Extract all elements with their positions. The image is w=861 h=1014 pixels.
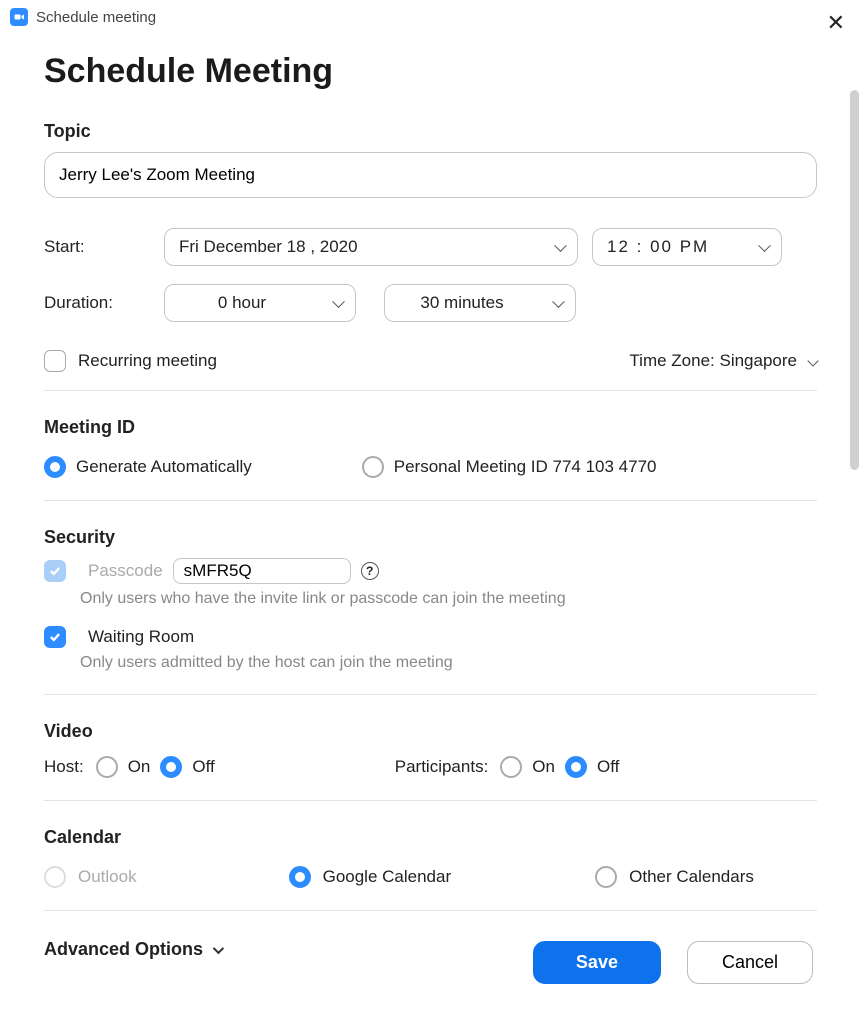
video-host-off-label: Off bbox=[192, 757, 214, 777]
meeting-id-section: Meeting ID Generate Automatically Person… bbox=[44, 391, 817, 500]
waiting-room-label: Waiting Room bbox=[88, 627, 194, 647]
security-heading: Security bbox=[44, 527, 817, 548]
passcode-input[interactable] bbox=[173, 558, 351, 584]
calendar-heading: Calendar bbox=[44, 827, 817, 848]
save-button[interactable]: Save bbox=[533, 941, 661, 984]
calendar-outlook-option[interactable]: Outlook bbox=[44, 866, 137, 888]
chevron-down-icon bbox=[807, 355, 818, 366]
radio-other[interactable] bbox=[595, 866, 617, 888]
video-participants-label: Participants: bbox=[395, 757, 489, 777]
calendar-other-option[interactable]: Other Calendars bbox=[595, 866, 754, 888]
scrollbar-thumb[interactable] bbox=[850, 90, 859, 470]
footer-buttons: Save Cancel bbox=[533, 941, 813, 984]
titlebar: Schedule meeting bbox=[0, 0, 861, 30]
start-time-value: 12 : 00 PM bbox=[607, 237, 709, 257]
video-section: Video Host: On Off Participants: On Off bbox=[44, 695, 817, 800]
timezone-select[interactable]: Time Zone: Singapore bbox=[629, 351, 817, 371]
radio-host-on[interactable] bbox=[96, 756, 118, 778]
radio-participants-on[interactable] bbox=[500, 756, 522, 778]
video-participants-off-label: Off bbox=[597, 757, 619, 777]
security-section: Security Passcode ? Only users who have … bbox=[44, 501, 817, 694]
waiting-room-hint: Only users admitted by the host can join… bbox=[80, 654, 817, 672]
video-host-on-label: On bbox=[128, 757, 151, 777]
content-area: Schedule Meeting Topic Start: Fri Decemb… bbox=[0, 30, 861, 1000]
video-heading: Video bbox=[44, 721, 817, 742]
duration-minutes-value: 30 minutes bbox=[420, 293, 503, 313]
zoom-app-icon bbox=[10, 8, 28, 26]
video-participants-on-label: On bbox=[532, 757, 555, 777]
window-title: Schedule meeting bbox=[36, 9, 156, 26]
calendar-section: Calendar Outlook Google Calendar Other C… bbox=[44, 801, 817, 910]
recurring-label: Recurring meeting bbox=[78, 351, 217, 371]
recurring-row: Recurring meeting Time Zone: Singapore bbox=[44, 350, 817, 372]
calendar-google-label: Google Calendar bbox=[323, 867, 452, 887]
start-row: Start: Fri December 18 , 2020 12 : 00 PM bbox=[44, 228, 817, 266]
radio-personal[interactable] bbox=[362, 456, 384, 478]
passcode-label: Passcode bbox=[88, 561, 163, 581]
advanced-options-label: Advanced Options bbox=[44, 939, 203, 960]
timezone-label: Time Zone: Singapore bbox=[629, 351, 797, 371]
divider bbox=[44, 910, 817, 911]
duration-hours-select[interactable]: 0 hour bbox=[164, 284, 356, 322]
passcode-item: Passcode ? bbox=[44, 558, 817, 584]
radio-generate[interactable] bbox=[44, 456, 66, 478]
radio-participants-off[interactable] bbox=[565, 756, 587, 778]
meeting-id-generate-label: Generate Automatically bbox=[76, 457, 252, 477]
topic-label: Topic bbox=[44, 121, 817, 142]
meeting-id-personal-option[interactable]: Personal Meeting ID 774 103 4770 bbox=[362, 456, 657, 478]
start-date-value: Fri December 18 , 2020 bbox=[179, 237, 358, 257]
start-label: Start: bbox=[44, 237, 164, 257]
meeting-id-generate-option[interactable]: Generate Automatically bbox=[44, 456, 252, 478]
page-title: Schedule Meeting bbox=[44, 52, 817, 91]
chevron-down-icon bbox=[213, 942, 224, 953]
start-date-select[interactable]: Fri December 18 , 2020 bbox=[164, 228, 578, 266]
meeting-id-heading: Meeting ID bbox=[44, 417, 817, 438]
video-host-label: Host: bbox=[44, 757, 84, 777]
close-icon[interactable]: ✕ bbox=[827, 12, 845, 34]
duration-label: Duration: bbox=[44, 293, 164, 313]
topic-input[interactable] bbox=[44, 152, 817, 198]
recurring-checkbox[interactable] bbox=[44, 350, 66, 372]
meeting-id-personal-label: Personal Meeting ID 774 103 4770 bbox=[394, 457, 657, 477]
duration-minutes-select[interactable]: 30 minutes bbox=[384, 284, 576, 322]
calendar-google-option[interactable]: Google Calendar bbox=[289, 866, 452, 888]
cancel-button[interactable]: Cancel bbox=[687, 941, 813, 984]
waiting-room-checkbox[interactable] bbox=[44, 626, 66, 648]
passcode-checkbox[interactable] bbox=[44, 560, 66, 582]
passcode-hint: Only users who have the invite link or p… bbox=[80, 590, 817, 608]
waiting-room-item: Waiting Room bbox=[44, 626, 817, 648]
calendar-other-label: Other Calendars bbox=[629, 867, 754, 887]
radio-outlook[interactable] bbox=[44, 866, 66, 888]
duration-hours-value: 0 hour bbox=[218, 293, 266, 313]
help-icon[interactable]: ? bbox=[361, 562, 379, 580]
duration-row: Duration: 0 hour 30 minutes bbox=[44, 284, 817, 322]
start-time-select[interactable]: 12 : 00 PM bbox=[592, 228, 782, 266]
radio-host-off[interactable] bbox=[160, 756, 182, 778]
calendar-outlook-label: Outlook bbox=[78, 867, 137, 887]
radio-google[interactable] bbox=[289, 866, 311, 888]
